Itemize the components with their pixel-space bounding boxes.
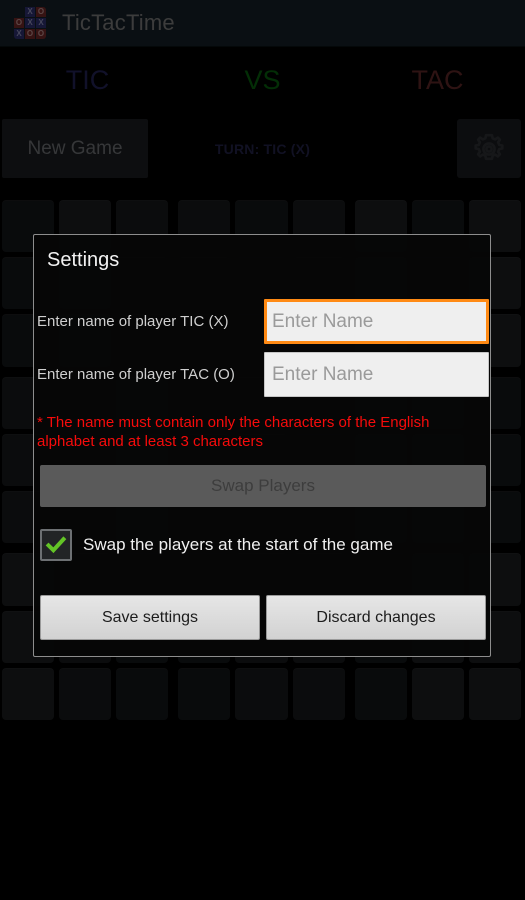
dialog-title: Settings [47, 249, 120, 271]
swap-at-start-row[interactable]: Swap the players at the start of the gam… [40, 527, 486, 563]
checkmark-icon [45, 536, 67, 554]
player-x-name-input[interactable] [264, 299, 489, 344]
player-x-input-label: Enter name of player TIC (X) [37, 313, 229, 330]
swap-at-start-label: Swap the players at the start of the gam… [83, 535, 393, 554]
discard-changes-button[interactable]: Discard changes [266, 595, 486, 640]
player-o-row: Enter name of player TAC (O) [34, 352, 492, 397]
player-o-input-label: Enter name of player TAC (O) [37, 366, 235, 383]
swap-players-button[interactable]: Swap Players [40, 465, 486, 507]
validation-hint: * The name must contain only the charact… [37, 414, 430, 450]
player-x-row: Enter name of player TIC (X) [34, 299, 492, 344]
player-o-name-input[interactable] [264, 352, 489, 397]
swap-at-start-checkbox[interactable] [40, 529, 72, 561]
dialog-button-row: Save settings Discard changes [40, 595, 486, 640]
save-settings-button[interactable]: Save settings [40, 595, 260, 640]
app-screen: XOOXXXOO TicTacTime TIC VS TAC New Game … [0, 0, 525, 900]
settings-dialog: Settings Enter name of player TIC (X) En… [33, 234, 491, 657]
